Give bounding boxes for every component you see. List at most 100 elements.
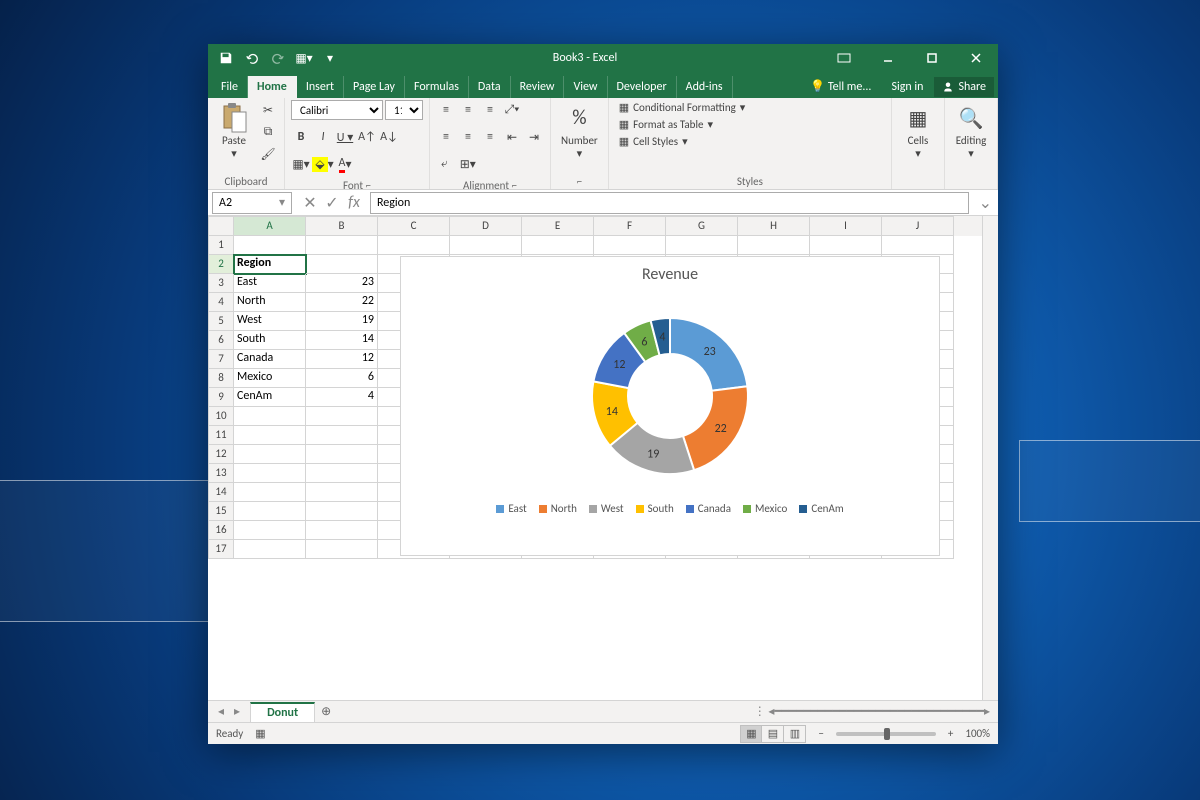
tab-view[interactable]: View <box>564 76 607 98</box>
cell-A1[interactable] <box>234 236 306 255</box>
cell-styles-button[interactable]: ▦Cell Styles ▾ <box>615 134 750 149</box>
conditional-formatting-button[interactable]: ▦Conditional Formatting ▾ <box>615 100 750 115</box>
decrease-indent-icon[interactable]: ⇤ <box>502 127 522 147</box>
col-header-I[interactable]: I <box>810 216 882 236</box>
col-header-E[interactable]: E <box>522 216 594 236</box>
cell-B3[interactable]: 23 <box>306 274 378 293</box>
normal-view-icon[interactable]: ▦ <box>740 725 762 743</box>
cell-G1[interactable] <box>666 236 738 255</box>
tab-file[interactable]: File <box>212 76 248 98</box>
select-all-corner[interactable] <box>208 216 234 236</box>
close-button[interactable] <box>954 44 998 72</box>
cell-D1[interactable] <box>450 236 522 255</box>
cell-B15[interactable] <box>306 502 378 521</box>
add-sheet-button[interactable]: ⊕ <box>315 704 337 719</box>
tab-home[interactable]: Home <box>248 76 297 98</box>
merge-center-icon[interactable]: ⊞▾ <box>455 154 481 174</box>
cell-B2[interactable] <box>306 255 378 274</box>
row-header-4[interactable]: 4 <box>208 293 234 312</box>
align-center-icon[interactable]: ≡ <box>458 127 478 147</box>
row-header-6[interactable]: 6 <box>208 331 234 350</box>
zoom-slider[interactable] <box>836 732 936 736</box>
cell-A4[interactable]: North <box>234 293 306 312</box>
cell-A8[interactable]: Mexico <box>234 369 306 388</box>
align-bottom-icon[interactable]: ≡ <box>480 100 500 120</box>
cell-I1[interactable] <box>810 236 882 255</box>
sheet-tab-donut[interactable]: Donut <box>250 702 315 722</box>
cell-H1[interactable] <box>738 236 810 255</box>
cell-B4[interactable]: 22 <box>306 293 378 312</box>
row-header-15[interactable]: 15 <box>208 502 234 521</box>
worksheet-grid[interactable]: ABCDEFGHIJ 12Region3East234North225West1… <box>208 216 982 700</box>
tab-developer[interactable]: Developer <box>608 76 677 98</box>
expand-formula-bar-icon[interactable]: ⌄ <box>973 193 998 213</box>
zoom-in-button[interactable]: + <box>948 727 953 740</box>
touch-mode-icon[interactable]: ▦▾ <box>292 46 316 70</box>
grow-font-button[interactable]: A↑ <box>357 127 377 147</box>
cell-B11[interactable] <box>306 426 378 445</box>
cell-B12[interactable] <box>306 445 378 464</box>
share-button[interactable]: Share <box>934 77 994 97</box>
number-format-button[interactable]: % Number▾ <box>557 100 602 162</box>
row-header-2[interactable]: 2 <box>208 255 234 274</box>
zoom-out-button[interactable]: − <box>818 727 823 740</box>
name-box[interactable]: A2▾ <box>212 192 292 214</box>
font-size-select[interactable]: 11 <box>385 100 423 120</box>
wrap-text-icon[interactable]: ⤶ <box>436 154 453 174</box>
redo-icon[interactable] <box>266 46 290 70</box>
row-header-9[interactable]: 9 <box>208 388 234 407</box>
bold-button[interactable]: B <box>291 127 311 147</box>
cell-B10[interactable] <box>306 407 378 426</box>
cell-B14[interactable] <box>306 483 378 502</box>
row-header-10[interactable]: 10 <box>208 407 234 426</box>
border-button[interactable]: ▦▾ <box>291 154 311 174</box>
ribbon-display-icon[interactable] <box>822 44 866 72</box>
tab-data[interactable]: Data <box>469 76 511 98</box>
undo-icon[interactable] <box>240 46 264 70</box>
cell-A11[interactable] <box>234 426 306 445</box>
row-header-14[interactable]: 14 <box>208 483 234 502</box>
sheet-nav-prev-icon[interactable]: ◂ <box>214 704 228 719</box>
col-header-G[interactable]: G <box>666 216 738 236</box>
cell-A6[interactable]: South <box>234 331 306 350</box>
cell-F1[interactable] <box>594 236 666 255</box>
format-as-table-button[interactable]: ▦Format as Table ▾ <box>615 117 750 132</box>
tab-insert[interactable]: Insert <box>297 76 344 98</box>
save-icon[interactable] <box>214 46 238 70</box>
cell-B17[interactable] <box>306 540 378 559</box>
align-right-icon[interactable]: ≡ <box>480 127 500 147</box>
macro-record-icon[interactable]: ▦ <box>255 727 265 740</box>
cell-A9[interactable]: CenAm <box>234 388 306 407</box>
col-header-C[interactable]: C <box>378 216 450 236</box>
col-header-F[interactable]: F <box>594 216 666 236</box>
cell-B7[interactable]: 12 <box>306 350 378 369</box>
horizontal-scrollbar[interactable]: ⋮ ◂━━━━━━━━━━━━━━━━━━━━━━━━━━━━━▸ <box>337 704 998 719</box>
cancel-edit-icon[interactable]: ✕ <box>300 193 320 213</box>
cell-A14[interactable] <box>234 483 306 502</box>
cell-A3[interactable]: East <box>234 274 306 293</box>
cell-B5[interactable]: 19 <box>306 312 378 331</box>
minimize-button[interactable] <box>866 44 910 72</box>
row-header-17[interactable]: 17 <box>208 540 234 559</box>
font-color-button[interactable]: A▾ <box>335 154 355 174</box>
cut-icon[interactable]: ✂ <box>258 100 278 120</box>
tab-page-layout[interactable]: Page Lay <box>344 76 405 98</box>
row-header-12[interactable]: 12 <box>208 445 234 464</box>
col-header-B[interactable]: B <box>306 216 378 236</box>
cell-B16[interactable] <box>306 521 378 540</box>
tab-formulas[interactable]: Formulas <box>405 76 469 98</box>
font-name-select[interactable]: Calibri <box>291 100 383 120</box>
cells-button[interactable]: ▦ Cells▾ <box>898 100 938 162</box>
qat-customize-icon[interactable]: ▾ <box>318 46 342 70</box>
tell-me[interactable]: 💡 Tell me... <box>801 75 880 98</box>
paste-button[interactable]: Paste▾ <box>214 100 254 162</box>
row-header-3[interactable]: 3 <box>208 274 234 293</box>
orientation-icon[interactable]: ⤢▾ <box>502 100 522 120</box>
cell-E1[interactable] <box>522 236 594 255</box>
maximize-button[interactable] <box>910 44 954 72</box>
cell-A16[interactable] <box>234 521 306 540</box>
page-break-view-icon[interactable]: ▥ <box>784 725 806 743</box>
cell-B1[interactable] <box>306 236 378 255</box>
row-header-11[interactable]: 11 <box>208 426 234 445</box>
cell-J1[interactable] <box>882 236 954 255</box>
